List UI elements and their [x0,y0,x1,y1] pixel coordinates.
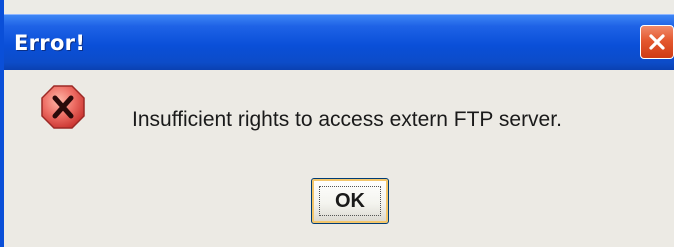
error-message: Insufficient rights to access extern FTP… [132,108,562,131]
ok-button-label: OK [335,189,365,212]
close-icon [649,34,665,50]
error-icon [41,85,85,129]
title-bar[interactable]: Error! [4,14,674,71]
ok-button[interactable]: OK [311,178,389,224]
close-button[interactable] [640,25,674,59]
error-dialog: Error! Insufficient rights to access ext… [0,0,674,247]
dialog-title: Error! [14,31,86,55]
dialog-body: Insufficient rights to access extern FTP… [4,70,674,247]
